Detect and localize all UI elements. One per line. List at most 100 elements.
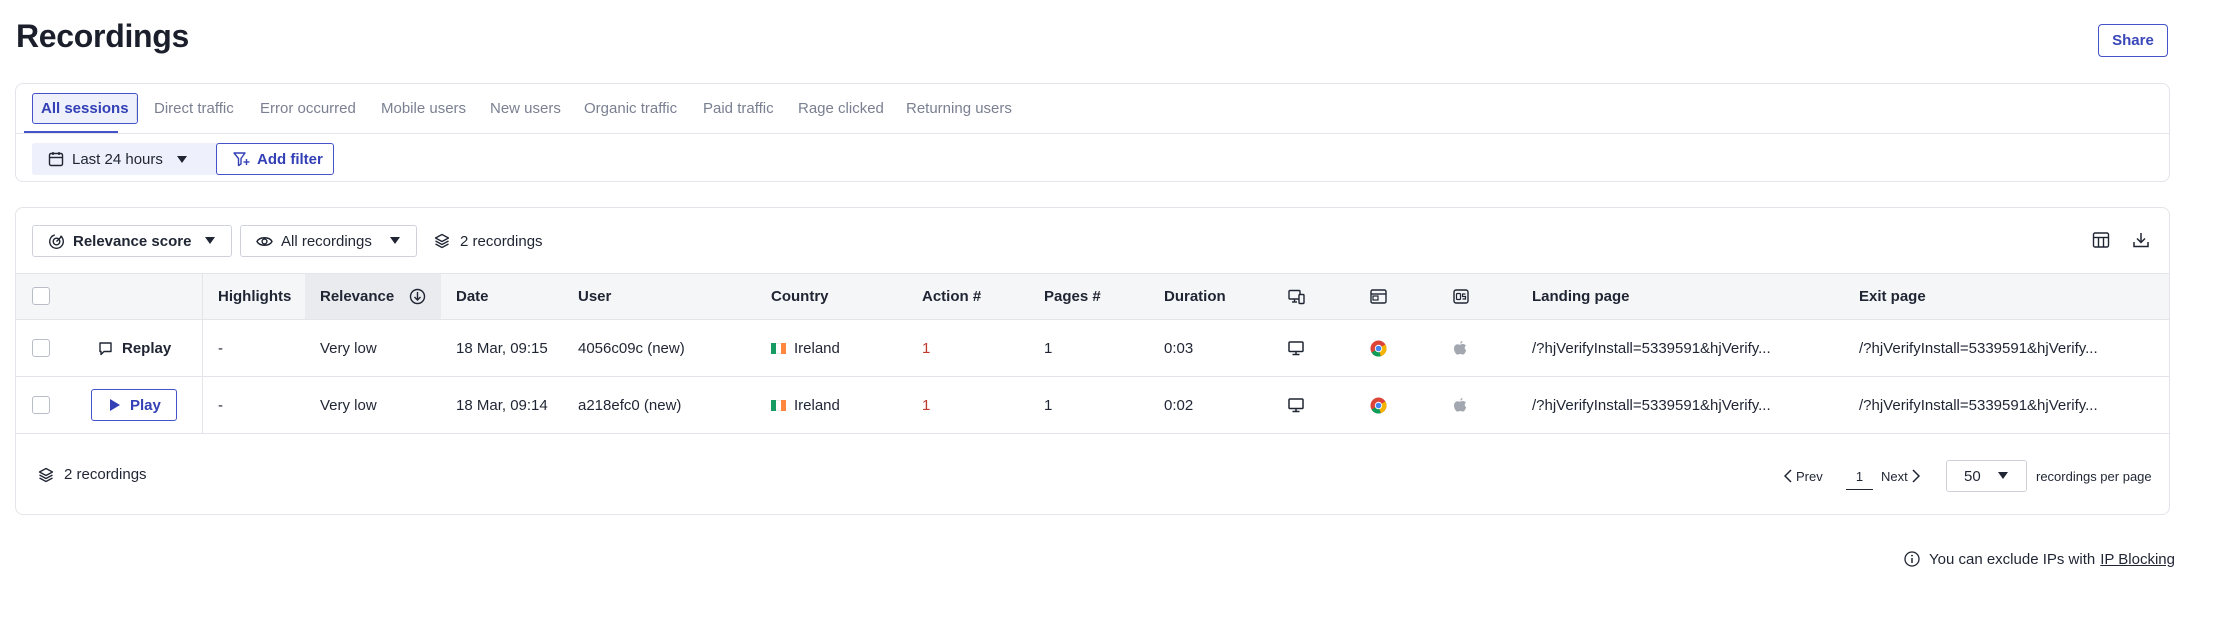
desktop-icon	[1288, 320, 1304, 376]
cell-landing-page[interactable]: /?hjVerifyInstall=5339591&hjVerify...	[1532, 320, 1771, 376]
cell-duration: 0:03	[1164, 339, 1194, 357]
cell-highlights: -	[218, 396, 223, 414]
row-checkbox[interactable]	[32, 339, 50, 357]
ireland-flag-icon	[771, 399, 786, 411]
cell-user: a218efc0 (new)	[578, 396, 682, 414]
column-divider	[202, 274, 203, 319]
cell-pages: 1	[1044, 396, 1053, 414]
sort-descending-icon[interactable]	[409, 288, 426, 305]
cell-relevance: Very low	[320, 396, 377, 414]
cell-exit-page[interactable]: /?hjVerifyInstall=5339591&hjVerify...	[1859, 320, 2098, 376]
chrome-icon	[1370, 320, 1387, 376]
active-tab-indicator	[24, 131, 118, 133]
cell-exit-page[interactable]: /?hjVerifyInstall=5339591&hjVerify...	[1859, 377, 2098, 433]
caret-down-icon	[176, 155, 187, 163]
replay-icon	[98, 341, 113, 356]
segment-tabs: All sessions Direct traffic Error occurr…	[16, 84, 2169, 134]
cell-date: 18 Mar, 09:14	[456, 396, 548, 414]
date-range-button[interactable]: Last 24 hours	[32, 143, 224, 175]
caret-down-icon	[205, 237, 215, 244]
calendar-icon	[48, 151, 64, 167]
caret-down-icon	[390, 237, 400, 244]
apple-icon	[1453, 320, 1467, 376]
tab-direct-traffic[interactable]: Direct traffic	[154, 93, 234, 124]
recordings-filter-dropdown[interactable]: All recordings	[240, 225, 417, 257]
apple-icon	[1453, 377, 1467, 433]
column-actions[interactable]: Action #	[922, 274, 981, 319]
cell-landing-page[interactable]: /?hjVerifyInstall=5339591&hjVerify...	[1532, 377, 1771, 433]
ip-blocking-link[interactable]: IP Blocking	[2100, 551, 2175, 568]
cell-actions: 1	[922, 396, 931, 414]
recordings-count-label: 2 recordings	[460, 232, 543, 250]
footer-recordings-count: 2 recordings	[38, 466, 147, 483]
per-page-value: 50	[1964, 467, 1981, 485]
download-icon[interactable]	[2132, 231, 2150, 249]
date-range-label: Last 24 hours	[72, 150, 163, 168]
recordings-filter-label: All recordings	[281, 232, 372, 250]
play-button[interactable]: Play	[91, 389, 177, 421]
column-duration[interactable]: Duration	[1164, 274, 1226, 319]
replay-label: Replay	[122, 339, 172, 357]
tab-paid-traffic[interactable]: Paid traffic	[703, 93, 774, 124]
chevron-right-icon	[1912, 469, 1920, 483]
column-landing-page[interactable]: Landing page	[1532, 274, 1630, 319]
column-pages[interactable]: Pages #	[1044, 274, 1101, 319]
share-button[interactable]: Share	[2098, 24, 2168, 57]
column-date[interactable]: Date	[456, 274, 489, 319]
tab-all-sessions[interactable]: All sessions	[32, 93, 138, 124]
current-page-number[interactable]: 1	[1846, 464, 1873, 490]
cell-actions: 1	[922, 339, 931, 357]
tab-returning-users[interactable]: Returning users	[906, 93, 1012, 124]
filter-plus-icon	[233, 151, 250, 167]
eye-icon	[256, 235, 273, 248]
sort-dropdown-label: Relevance score	[73, 232, 192, 250]
prev-page-button[interactable]: Prev	[1784, 460, 1823, 492]
cell-user: 4056c09c (new)	[578, 339, 685, 357]
country-name: Ireland	[794, 396, 840, 414]
play-icon	[109, 398, 121, 412]
column-divider	[202, 320, 203, 376]
os-column-icon[interactable]	[1453, 274, 1469, 319]
select-all-checkbox[interactable]	[32, 287, 50, 305]
replay-button[interactable]: Replay	[98, 332, 171, 364]
tab-rage-clicked[interactable]: Rage clicked	[798, 93, 884, 124]
column-relevance-label: Relevance	[320, 288, 395, 305]
sort-dropdown[interactable]: Relevance score	[32, 225, 232, 257]
page-title: Recordings	[16, 18, 190, 54]
column-exit-page[interactable]: Exit page	[1859, 274, 1926, 319]
device-column-icon[interactable]	[1288, 274, 1305, 319]
add-filter-button[interactable]: Add filter	[216, 143, 334, 175]
column-country[interactable]: Country	[771, 274, 829, 319]
per-page-select[interactable]: 50	[1946, 460, 2027, 492]
desktop-icon	[1288, 377, 1304, 433]
table-row[interactable]: Replay - Very low 18 Mar, 09:15 4056c09c…	[16, 320, 2169, 377]
browser-column-icon[interactable]	[1370, 274, 1387, 319]
info-icon	[1904, 551, 1920, 567]
table-row[interactable]: Play - Very low 18 Mar, 09:14 a218efc0 (…	[16, 377, 2169, 434]
ireland-flag-icon	[771, 342, 786, 354]
column-highlights[interactable]: Highlights	[218, 274, 291, 319]
cell-date: 18 Mar, 09:15	[456, 339, 548, 357]
recordings-count: 2 recordings	[434, 225, 543, 257]
recordings-panel: Relevance score All recordings 2 recordi…	[15, 207, 2170, 515]
layers-icon	[38, 467, 54, 483]
next-page-button[interactable]: Next	[1881, 460, 1920, 492]
prev-label: Prev	[1796, 468, 1823, 484]
tab-error-occurred[interactable]: Error occurred	[260, 93, 356, 124]
cell-country: Ireland	[771, 320, 840, 376]
tab-new-users[interactable]: New users	[490, 93, 561, 124]
tab-mobile-users[interactable]: Mobile users	[381, 93, 466, 124]
cell-pages: 1	[1044, 339, 1053, 357]
tab-organic-traffic[interactable]: Organic traffic	[584, 93, 677, 124]
columns-table-icon[interactable]	[2092, 231, 2110, 249]
column-user[interactable]: User	[578, 274, 611, 319]
row-checkbox[interactable]	[32, 396, 50, 414]
cell-highlights: -	[218, 339, 223, 357]
next-label: Next	[1881, 468, 1908, 484]
column-relevance[interactable]: Relevance	[320, 274, 426, 319]
ip-note-text: You can exclude IPs with	[1929, 550, 2096, 568]
segments-panel: All sessions Direct traffic Error occurr…	[15, 83, 2170, 182]
chrome-icon	[1370, 377, 1387, 433]
caret-down-icon	[1998, 472, 2008, 479]
table-header: Highlights Relevance Date User Country A…	[16, 273, 2169, 320]
